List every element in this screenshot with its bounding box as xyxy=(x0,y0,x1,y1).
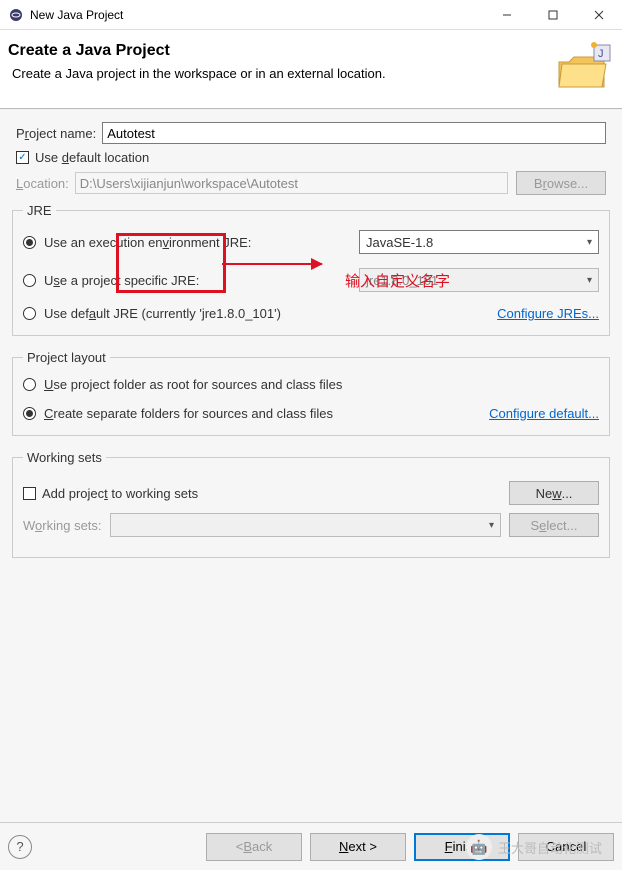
add-working-sets-checkbox[interactable] xyxy=(23,487,36,500)
jre-default-radio[interactable] xyxy=(23,307,36,320)
minimize-button[interactable] xyxy=(484,0,530,29)
maximize-button[interactable] xyxy=(530,0,576,29)
jre-legend: JRE xyxy=(23,203,56,218)
location-label: Location: xyxy=(16,176,69,191)
wizard-content: Project name: ✓ Use default location Loc… xyxy=(0,110,622,870)
location-input xyxy=(75,172,508,194)
working-sets-label: Working sets: xyxy=(23,518,102,533)
location-row: Location: Browse... xyxy=(16,171,606,195)
jre-specific-radio[interactable] xyxy=(23,274,36,287)
working-sets-select: ▾ xyxy=(110,513,501,537)
chevron-down-icon: ▾ xyxy=(587,275,592,286)
back-button: < Back xyxy=(206,833,302,861)
jre-env-label: Use an execution environment JRE: xyxy=(44,235,251,250)
page-subtitle: Create a Java project in the workspace o… xyxy=(8,66,554,81)
select-working-sets-button: Select... xyxy=(509,513,599,537)
working-sets-legend: Working sets xyxy=(23,450,106,465)
new-working-set-button[interactable]: New... xyxy=(509,481,599,505)
cancel-button[interactable]: Cancel xyxy=(518,833,614,861)
window-title: New Java Project xyxy=(30,8,484,22)
use-default-location-label: Use default location xyxy=(35,150,149,165)
project-layout-legend: Project layout xyxy=(23,350,110,365)
jre-default-label: Use default JRE (currently 'jre1.8.0_101… xyxy=(44,306,281,321)
chevron-down-icon: ▾ xyxy=(587,237,592,248)
finish-button[interactable]: Finish xyxy=(414,833,510,861)
browse-button: Browse... xyxy=(516,171,606,195)
jre-specific-label: Use a project specific JRE: xyxy=(44,273,199,288)
layout-root-label: Use project folder as root for sources a… xyxy=(44,377,342,392)
project-name-row: Project name: xyxy=(16,122,606,144)
project-name-input[interactable] xyxy=(102,122,606,144)
window-controls xyxy=(484,0,622,29)
working-sets-group: Working sets Add project to working sets… xyxy=(12,450,610,558)
layout-separate-radio[interactable] xyxy=(23,407,36,420)
layout-separate-label: Create separate folders for sources and … xyxy=(44,406,333,421)
jre-env-radio[interactable] xyxy=(23,236,36,249)
layout-root-radio[interactable] xyxy=(23,378,36,391)
wizard-header: Create a Java Project Create a Java proj… xyxy=(0,30,622,108)
project-name-label: Project name: xyxy=(16,126,96,141)
eclipse-icon xyxy=(8,7,24,23)
annotation-arrow xyxy=(222,263,322,265)
use-default-location-checkbox[interactable]: ✓ xyxy=(16,151,29,164)
jre-env-select[interactable]: JavaSE-1.8▾ xyxy=(359,230,599,254)
svg-text:J: J xyxy=(598,48,604,60)
page-title: Create a Java Project xyxy=(8,42,554,60)
add-working-sets-label: Add project to working sets xyxy=(42,486,198,501)
titlebar: New Java Project xyxy=(0,0,622,30)
help-button[interactable]: ? xyxy=(8,835,32,859)
jre-specific-select: jre1.8.0_101▾ xyxy=(359,268,599,292)
next-button[interactable]: Next > xyxy=(310,833,406,861)
configure-jres-link[interactable]: Configure JREs... xyxy=(497,306,599,321)
configure-default-link[interactable]: Configure default... xyxy=(489,406,599,421)
project-layout-group: Project layout Use project folder as roo… xyxy=(12,350,610,436)
wizard-footer: ? < Back Next > Finish Cancel 🤖 王大哥自动化测试 xyxy=(0,822,622,870)
chevron-down-icon: ▾ xyxy=(489,520,494,531)
default-location-row: ✓ Use default location xyxy=(16,150,606,165)
close-button[interactable] xyxy=(576,0,622,29)
folder-java-icon: J xyxy=(554,42,614,92)
